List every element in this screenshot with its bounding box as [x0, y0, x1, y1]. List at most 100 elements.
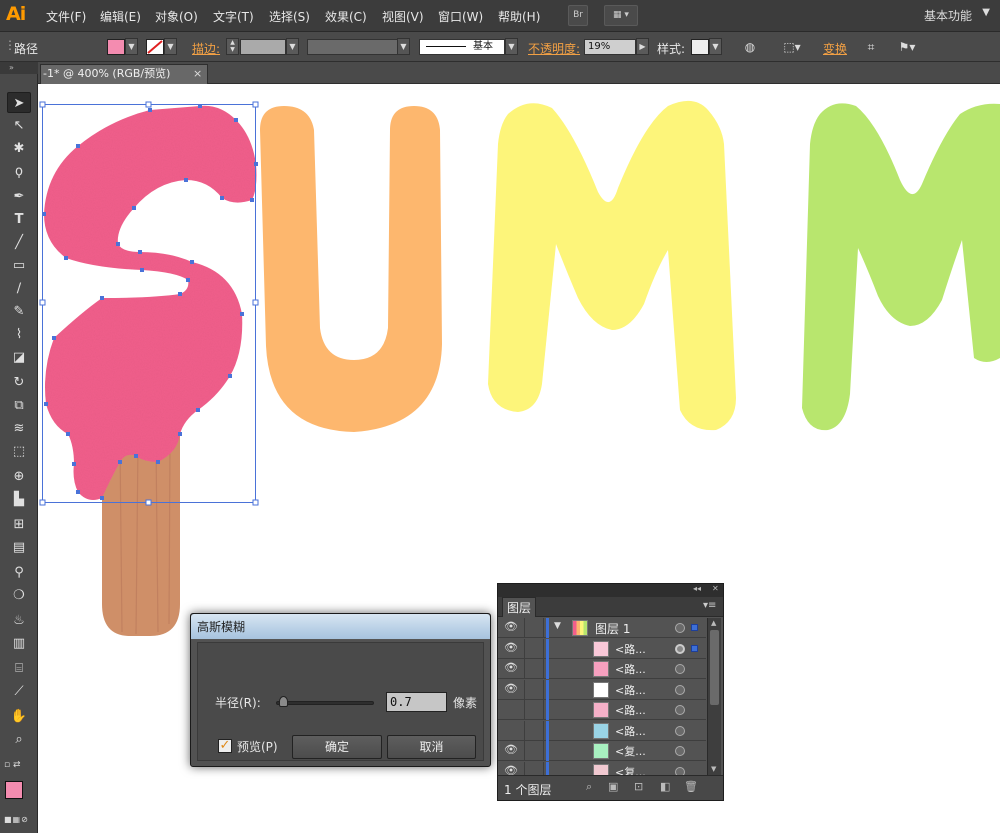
selection-indicator[interactable] — [691, 624, 698, 631]
paintbrush-tool-icon[interactable]: ∕ — [7, 278, 31, 299]
menu-file[interactable]: 文件(F) — [46, 8, 86, 25]
letter-m-first[interactable] — [488, 100, 736, 431]
opacity-label[interactable]: 不透明度: — [528, 40, 580, 57]
opacity-dropdown[interactable]: ▶ — [636, 38, 649, 55]
menu-edit[interactable]: 编辑(E) — [100, 8, 141, 25]
preview-checkbox[interactable]: ✓ — [218, 739, 232, 753]
layer-name[interactable]: <路... — [615, 641, 646, 657]
eye-icon[interactable]: 👁 — [504, 743, 518, 756]
artboard-tool-icon[interactable]: ⌸ — [7, 658, 31, 679]
brush-dropdown[interactable]: ▼ — [505, 38, 518, 55]
column-graph-tool-icon[interactable]: ▥ — [7, 633, 31, 654]
tab-layers[interactable]: 图层 — [502, 597, 536, 617]
eye-icon[interactable]: 👁 — [504, 641, 518, 654]
layer-row[interactable]: 👁 <路... — [498, 679, 706, 700]
layer-name[interactable]: <复... — [615, 743, 646, 759]
workspace-switcher[interactable]: 基本功能 — [924, 7, 972, 24]
lock-toggle[interactable] — [524, 700, 544, 720]
gradient-tool-icon[interactable]: ▤ — [7, 537, 31, 558]
cancel-button[interactable]: 取消 — [387, 735, 476, 759]
line-tool-icon[interactable]: ╱ — [7, 232, 31, 253]
clipping-mask-icon[interactable]: ▣ — [608, 780, 618, 793]
target-icon[interactable] — [675, 705, 685, 715]
eye-icon[interactable]: 👁 — [504, 682, 518, 695]
opacity-input[interactable]: 19% — [584, 39, 636, 55]
target-icon[interactable] — [675, 664, 685, 674]
fill-color-swatch[interactable] — [5, 781, 23, 799]
disclosure-triangle-icon[interactable]: ▼ — [554, 621, 561, 631]
rotate-tool-icon[interactable]: ↻ — [7, 372, 31, 393]
menu-view[interactable]: 视图(V) — [382, 8, 424, 25]
stroke-dropdown[interactable]: ▼ — [164, 38, 177, 55]
layer-row[interactable]: 👁 <路... — [498, 659, 706, 679]
dialog-title[interactable]: 高斯模糊 — [191, 614, 490, 640]
graphic-style-dropdown[interactable]: ▼ — [709, 38, 722, 55]
layer-row[interactable]: <路... — [498, 700, 706, 720]
menu-type[interactable]: 文字(T) — [213, 8, 254, 25]
lock-toggle[interactable] — [524, 659, 544, 679]
menu-select[interactable]: 选择(S) — [269, 8, 310, 25]
layer-name[interactable]: 图层 1 — [595, 620, 630, 637]
isolate-icon[interactable]: ⌗ — [862, 39, 880, 55]
scale-tool-icon[interactable]: ⧉ — [7, 395, 31, 416]
shape-builder-tool-icon[interactable]: ⊕ — [7, 466, 31, 487]
direct-selection-tool-icon[interactable]: ↖ — [7, 115, 31, 136]
swap-colors-icon[interactable]: ▫ ⇄ — [4, 760, 21, 770]
chevron-down-icon[interactable]: ▼ — [982, 7, 990, 18]
layer-name[interactable]: <路... — [615, 682, 646, 698]
width-tool-icon[interactable]: ≋ — [7, 418, 31, 439]
eye-icon[interactable]: 👁 — [504, 661, 518, 674]
lasso-tool-icon[interactable]: ϙ — [7, 161, 31, 182]
graphic-style-swatch[interactable] — [691, 39, 709, 55]
mesh-tool-icon[interactable]: ⊞ — [7, 514, 31, 535]
menu-window[interactable]: 窗口(W) — [438, 8, 483, 25]
brush-definition[interactable]: 基本 — [419, 39, 505, 55]
stroke-weight-input[interactable] — [240, 39, 286, 55]
selection-indicator[interactable] — [691, 644, 698, 652]
locate-object-icon[interactable]: ⌕ — [586, 780, 592, 794]
magic-wand-tool-icon[interactable]: ✱ — [7, 138, 31, 159]
document-tab[interactable]: -1* @ 400% (RGB/预览) × — [40, 64, 208, 84]
pencil-tool-icon[interactable]: ✎ — [7, 301, 31, 322]
radius-slider[interactable] — [276, 701, 374, 705]
scroll-down-icon[interactable]: ▼ — [711, 765, 716, 773]
lock-toggle[interactable] — [524, 638, 544, 659]
panel-menu-icon[interactable]: ⚑▾ — [892, 39, 922, 55]
target-icon[interactable] — [675, 725, 685, 736]
fill-swatch[interactable] — [107, 39, 125, 55]
fill-dropdown[interactable]: ▼ — [125, 38, 138, 55]
layer-row[interactable]: 👁 <复... — [498, 741, 706, 761]
layer-name[interactable]: <路... — [615, 661, 646, 677]
panel-menu-icon[interactable]: ▾≡ — [703, 600, 716, 611]
bridge-button[interactable]: Br — [568, 5, 588, 26]
rectangle-tool-icon[interactable]: ▭ — [7, 255, 31, 276]
radius-slider-thumb[interactable] — [278, 696, 288, 707]
layer-row[interactable]: 👁 <路... — [498, 638, 706, 659]
symbol-sprayer-tool-icon[interactable]: ♨ — [7, 610, 31, 631]
letter-u[interactable] — [260, 106, 442, 432]
layer-name[interactable]: <路... — [615, 702, 646, 718]
stroke-weight-dropdown[interactable]: ▼ — [286, 38, 299, 55]
scroll-up-icon[interactable]: ▲ — [711, 619, 716, 627]
layers-scroll-thumb[interactable] — [710, 630, 719, 705]
free-transform-tool-icon[interactable]: ⬚ — [7, 441, 31, 462]
letter-s[interactable] — [44, 105, 257, 501]
target-icon[interactable] — [675, 643, 685, 654]
blend-tool-icon[interactable]: ❍ — [7, 585, 31, 606]
slice-tool-icon[interactable]: ⟋ — [7, 681, 31, 702]
preview-label[interactable]: 预览(P) — [237, 738, 278, 755]
stroke-weight-stepper[interactable]: ▲ ▼ — [226, 38, 239, 55]
layer-name[interactable]: <路... — [615, 723, 646, 739]
stroke-swatch[interactable] — [146, 39, 164, 55]
radius-input[interactable]: 0.7 — [386, 692, 447, 712]
letter-m-second[interactable] — [802, 103, 1000, 431]
hand-tool-icon[interactable]: ✋ — [7, 706, 31, 727]
align-icon[interactable]: ⬚▾ — [779, 39, 805, 55]
color-mode-icons[interactable]: ■▦⊘ — [4, 815, 34, 825]
trash-icon[interactable]: 🗑 — [684, 780, 698, 793]
target-icon[interactable] — [675, 623, 685, 633]
eraser-tool-icon[interactable]: ◪ — [7, 347, 31, 368]
target-icon[interactable] — [675, 746, 685, 756]
new-sublayer-icon[interactable]: ⊡ — [634, 780, 643, 793]
perspective-grid-tool-icon[interactable]: ▙ — [7, 489, 31, 510]
